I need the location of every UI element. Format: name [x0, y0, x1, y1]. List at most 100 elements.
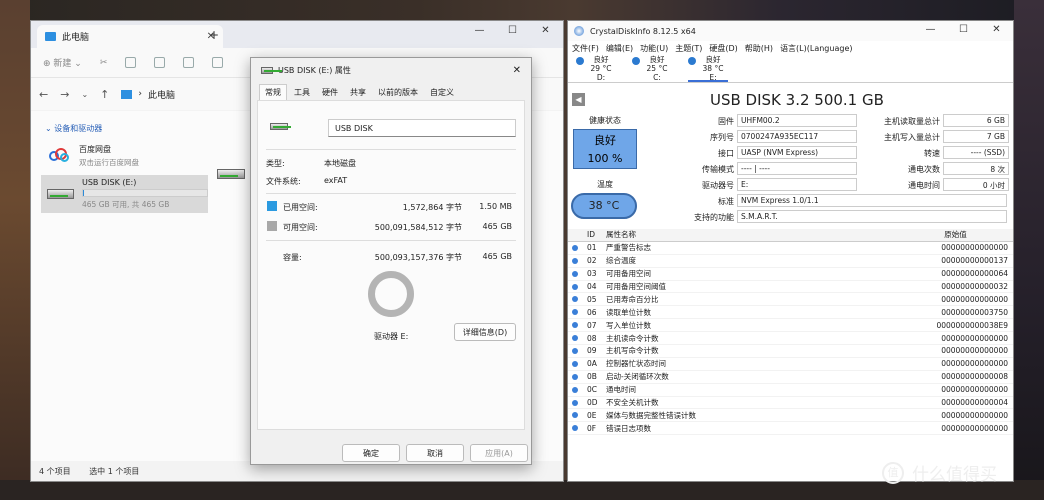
menu-bar: 文件(F) 编辑(E) 功能(U) 主题(T) 硬盘(D) 帮助(H) 语言(L)(Lang…	[568, 41, 1013, 55]
apply-button[interactable]: 应用(A)	[470, 444, 528, 462]
menu-item[interactable]: 硬盘(D)	[709, 43, 737, 54]
drive-letter: C:	[653, 73, 661, 82]
standard-label: 标准	[718, 197, 734, 206]
details-button[interactable]: 详细信息(D)	[454, 323, 516, 341]
titlebar: CrystalDiskInfo 8.12.5 x64 — ☐ ✕	[568, 21, 1013, 41]
volume-name-input[interactable]: USB DISK	[328, 119, 516, 137]
minimize-icon[interactable]: —	[914, 24, 947, 35]
ok-button[interactable]: 确定	[342, 444, 400, 462]
menu-item[interactable]: 主题(T)	[675, 43, 702, 54]
table-row[interactable]: 0C 通电时间 00000000000000	[568, 384, 1013, 397]
table-row[interactable]: 07 写入单位计数 0000000000038E9	[568, 319, 1013, 333]
disk-model: USB DISK 3.2 500.1 GB	[710, 91, 884, 109]
firmware-label: 固件	[718, 117, 734, 126]
table-row[interactable]: 08 主机读命令计数 00000000000000	[568, 332, 1013, 346]
status-dot-icon	[572, 373, 578, 380]
drive-tab[interactable]: 良好 29 °C D:	[576, 55, 616, 82]
attr-name: 启动-关闭循环次数	[606, 372, 669, 382]
copy-icon[interactable]	[125, 57, 137, 68]
close-icon[interactable]: ✕	[513, 65, 521, 76]
new-tab-button[interactable]: +	[209, 28, 219, 42]
drive-status: 良好	[705, 55, 721, 64]
table-row[interactable]: 03 可用备用空间 00000000000064	[568, 268, 1013, 281]
back-icon[interactable]: ←	[39, 88, 48, 101]
chevron-down-icon[interactable]: ⌄	[81, 90, 88, 99]
power-count-label: 通电次数	[908, 165, 940, 174]
table-row[interactable]: 09 主机写命令计数 00000000000000	[568, 345, 1013, 358]
divider	[266, 240, 516, 241]
used-swatch	[267, 201, 277, 211]
maximize-icon[interactable]: ☐	[496, 25, 529, 36]
cancel-button[interactable]: 取消	[406, 444, 464, 462]
up-icon[interactable]: ↑	[100, 88, 109, 101]
drive-letter: D:	[596, 73, 606, 82]
table-row[interactable]: 0B 启动-关闭循环次数 00000000000008	[568, 371, 1013, 384]
paste-icon[interactable]	[154, 57, 166, 68]
menu-item[interactable]: 语言(L)(Language)	[780, 43, 852, 54]
item-name: USB DISK (E:)	[82, 178, 137, 187]
tab-item[interactable]: 共享	[345, 85, 371, 100]
breadcrumb[interactable]: › 此电脑	[121, 84, 221, 104]
table-row[interactable]: 0E 媒体与数据完整性错误计数 00000000000000	[568, 409, 1013, 423]
usb-drive-item[interactable]: USB DISK (E:) 465 GB 可用, 共 465 GB	[41, 175, 208, 213]
table-row[interactable]: 01 严重警告标志 00000000000000	[568, 242, 1013, 255]
menu-item[interactable]: 编辑(E)	[606, 43, 633, 54]
standard-value: NVM Express 1.0/1.1	[737, 194, 1007, 207]
usage-pie-chart	[368, 271, 414, 317]
drive-tab[interactable]: 良好 38 °C E:	[688, 55, 728, 82]
forward-icon[interactable]: →	[60, 88, 69, 101]
maximize-icon[interactable]: ☐	[947, 24, 980, 35]
close-icon[interactable]: ✕	[980, 24, 1013, 35]
attr-id: 03	[587, 269, 597, 279]
power-count-value: 8 次	[943, 162, 1009, 175]
tab-item[interactable]: 硬件	[317, 85, 343, 100]
status-dot-icon	[572, 386, 578, 393]
tab-item[interactable]: 自定义	[425, 85, 459, 100]
drive-tab[interactable]: 良好 25 °C C:	[632, 55, 672, 82]
close-icon[interactable]: ✕	[529, 25, 562, 36]
baidu-netdisk-item[interactable]: 百度网盘 双击运行百度网盘	[41, 139, 208, 173]
new-button[interactable]: ⊕ 新建 ⌄	[43, 56, 82, 69]
minimize-icon[interactable]: —	[463, 25, 496, 36]
status-dot-icon	[572, 425, 578, 432]
menu-item[interactable]: 功能(U)	[640, 43, 668, 54]
table-row[interactable]: 0F 错误日志项数 00000000000000	[568, 422, 1013, 436]
status-dot-icon	[572, 412, 578, 419]
tab-this-pc[interactable]: 此电脑 ✕	[37, 25, 223, 48]
fs-label: 文件系统:	[266, 177, 301, 186]
tab-item[interactable]: 常规	[259, 84, 287, 100]
features-label: 支持的功能	[694, 213, 734, 222]
group-header[interactable]: ⌄ 设备和驱动器	[45, 123, 102, 134]
menu-item[interactable]: 帮助(H)	[745, 43, 773, 54]
prev-disk-icon[interactable]: ◀	[572, 93, 585, 106]
tab-item[interactable]: 以前的版本	[373, 85, 423, 100]
tab-item[interactable]: 工具	[289, 85, 315, 100]
free-bytes: 500,091,584,512 字节	[374, 223, 462, 232]
col-raw[interactable]: 原始值	[903, 229, 1013, 240]
status-dot-icon	[572, 335, 578, 342]
menu-item[interactable]: 文件(F)	[572, 43, 599, 54]
attr-raw: 00000000000000	[941, 410, 1008, 420]
item-name: 百度网盘	[79, 145, 111, 154]
drive-temp: 38 °C	[702, 64, 724, 73]
share-icon[interactable]	[212, 57, 224, 68]
attr-raw: 00000000000000	[941, 294, 1008, 304]
attr-raw: 0000000000038E9	[936, 320, 1008, 330]
attr-id: 0F	[587, 423, 597, 433]
rename-icon[interactable]	[183, 57, 195, 68]
col-name[interactable]: 属性名称	[606, 229, 903, 240]
table-row[interactable]: 04 可用备用空间阈值 00000000000032	[568, 281, 1013, 294]
attr-name: 严重警告标志	[606, 243, 651, 253]
computer-icon	[121, 89, 133, 99]
cut-icon[interactable]: ✂	[100, 58, 108, 68]
table-row[interactable]: 0A 控制器忙状态时间 00000000000000	[568, 358, 1013, 371]
table-row[interactable]: 05 已用寿命百分比 00000000000000	[568, 293, 1013, 307]
table-row[interactable]: 02 综合温度 00000000000137	[568, 255, 1013, 268]
table-row[interactable]: 0D 不安全关机计数 00000000000004	[568, 397, 1013, 410]
item-subtitle: 465 GB 可用, 共 465 GB	[82, 200, 170, 209]
capacity-label: 容量:	[283, 253, 302, 262]
table-row[interactable]: 06 读取单位计数 00000000003750	[568, 306, 1013, 320]
watermark-text: 什么值得买	[912, 465, 997, 485]
col-id[interactable]: ID	[582, 230, 606, 239]
attr-raw: 00000000000032	[941, 282, 1008, 291]
